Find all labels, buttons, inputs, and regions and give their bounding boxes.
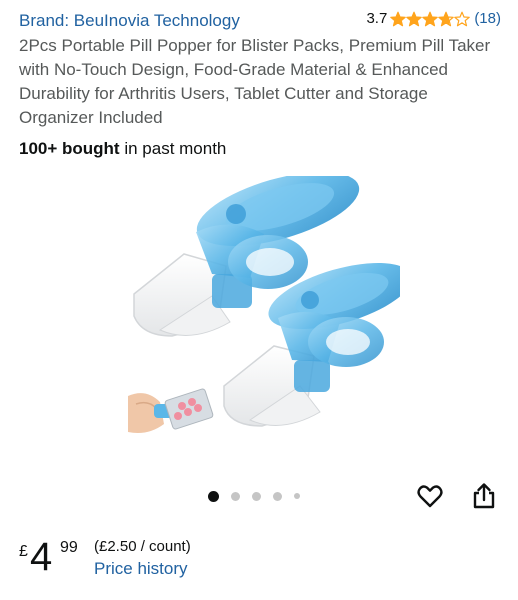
bought-period: in past month: [119, 139, 227, 158]
star-half-icon: [438, 11, 455, 26]
share-icon[interactable]: [470, 482, 498, 510]
price-currency: £: [19, 543, 28, 560]
price-fraction: 99: [60, 539, 78, 556]
unit-price: (£2.50 / count): [94, 538, 191, 555]
star-full-icon: [422, 11, 439, 26]
star-full-icon: [390, 11, 407, 26]
heart-outline-icon[interactable]: [416, 482, 444, 510]
star-empty-icon: [454, 11, 471, 26]
star-full-icon: [406, 11, 423, 26]
brand-link[interactable]: Brand: BeuInovia Technology: [19, 11, 240, 31]
price-history-link[interactable]: Price history: [94, 559, 188, 579]
star-rating: [390, 11, 471, 27]
product-title: 2Pcs Portable Pill Popper for Blister Pa…: [19, 36, 491, 127]
price-block: £ 4 99 (£2.50 / count) Price history: [19, 534, 319, 584]
carousel-dot[interactable]: [294, 493, 300, 499]
review-count-link[interactable]: (18): [474, 10, 501, 27]
carousel-dot-active[interactable]: [208, 490, 219, 502]
rating-value: 3.7: [366, 10, 388, 27]
rating-summary[interactable]: 3.7 (18): [366, 10, 501, 27]
price-whole: 4: [30, 535, 53, 579]
bought-in-past-month: 100+ bought in past month: [19, 139, 226, 159]
carousel-dot[interactable]: [273, 491, 282, 501]
image-carousel-dots[interactable]: [208, 490, 312, 502]
brand-rating-row: Brand: BeuInovia Technology 3.7 (18): [19, 9, 501, 33]
bought-count: 100+ bought: [19, 139, 120, 158]
carousel-dot[interactable]: [252, 491, 261, 501]
carousel-dot[interactable]: [231, 491, 240, 501]
hand-holding-popper-inset: [128, 388, 214, 433]
